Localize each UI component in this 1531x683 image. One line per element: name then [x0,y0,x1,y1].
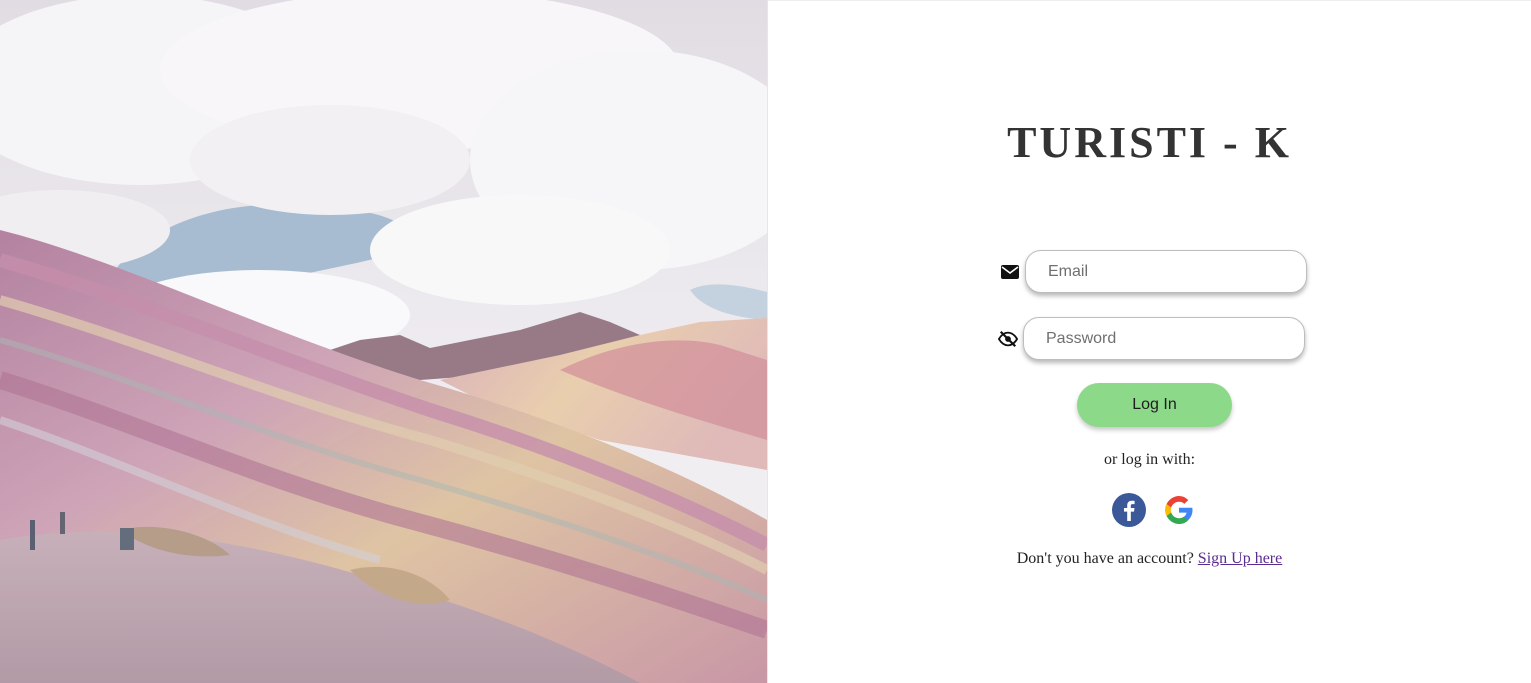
email-row [1000,250,1307,293]
login-panel: TURISTI - K Email Log In or log in with:… [768,0,1531,683]
eye-slash-icon[interactable] [998,329,1018,349]
signup-prompt: Don't you have an account? [1016,550,1194,567]
login-button[interactable]: Log In [1077,383,1232,427]
signup-link[interactable]: Sign Up here [1198,550,1282,567]
facebook-icon [1112,493,1146,527]
password-input[interactable] [1023,317,1305,360]
login-page: TURISTI - K Email Log In or log in with:… [0,0,1531,683]
google-icon [1165,496,1193,524]
facebook-login-button[interactable] [1112,493,1146,527]
signup-row: Don't you have an account? Sign Up here [768,550,1531,568]
brand-title: TURISTI - K [1007,118,1292,167]
hero-image [0,0,767,683]
email-input[interactable] [1025,250,1307,293]
social-login-prompt: or log in with: [1103,451,1196,468]
google-login-button[interactable] [1162,493,1196,527]
rainbow-mountain-illustration [0,0,767,683]
password-row [998,317,1305,360]
envelope-icon [1000,262,1020,282]
social-login-buttons [1112,493,1196,527]
